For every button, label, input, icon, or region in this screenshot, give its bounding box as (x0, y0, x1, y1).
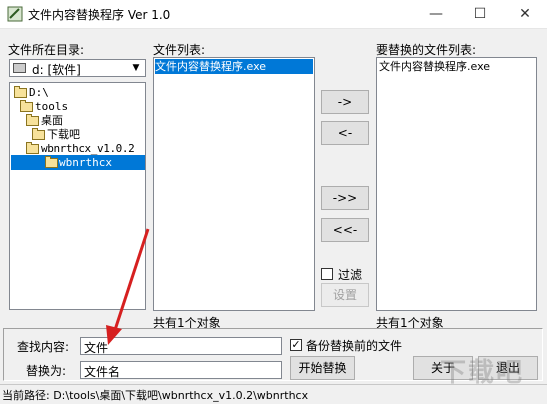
chevron-down-icon[interactable]: ▼ (127, 60, 145, 76)
find-label: 查找内容: (17, 340, 70, 354)
filter-label: 过滤 (338, 268, 363, 282)
backup-checkbox[interactable]: ✓ (290, 339, 302, 351)
target-list-label: 要替换的文件列表: (376, 43, 477, 57)
dir-label: 文件所在目录: (8, 43, 85, 57)
remove-button[interactable]: <- (321, 121, 369, 145)
folder-open-icon (26, 142, 39, 154)
minimize-button[interactable]: — (414, 0, 458, 28)
watermark-logo: 下载吧 (440, 358, 525, 388)
replace-label: 替换为: (26, 364, 67, 378)
window-title: 文件内容替换程序 Ver 1.0 (28, 8, 171, 22)
folder-open-icon (26, 114, 39, 126)
target-file-list[interactable]: 文件内容替换程序.exe (376, 57, 537, 311)
drive-icon (13, 63, 26, 73)
folder-open-icon (32, 128, 45, 140)
drive-value: d: [软件] (32, 63, 81, 77)
backup-label: 备份替换前的文件 (306, 339, 403, 353)
replace-input[interactable]: 文件名 (80, 361, 282, 379)
drive-select[interactable]: d: [软件] ▼ (9, 59, 146, 77)
remove-all-button[interactable]: <<- (321, 218, 369, 242)
maximize-button[interactable]: ☐ (458, 0, 502, 28)
add-all-button[interactable]: ->> (321, 186, 369, 210)
current-path: 当前路径: D:\tools\桌面\下载吧\wbnrthcx_v1.0.2\wb… (2, 389, 309, 402)
replace-input-value: 文件名 (84, 365, 121, 379)
title-bar: 文件内容替换程序 Ver 1.0 — ☐ ✕ (0, 0, 547, 29)
add-button[interactable]: -> (321, 90, 369, 114)
folder-open-icon (20, 100, 33, 112)
settings-button[interactable]: 设置 (321, 283, 369, 307)
app-icon (7, 6, 23, 22)
filter-checkbox[interactable] (321, 268, 333, 280)
list-item[interactable]: 文件内容替换程序.exe (155, 59, 313, 74)
folder-open-icon (45, 156, 58, 168)
close-button[interactable]: ✕ (503, 0, 547, 28)
file-list-label: 文件列表: (153, 43, 206, 57)
folder-open-icon (14, 86, 27, 98)
list-item[interactable]: 文件内容替换程序.exe (379, 59, 490, 74)
annotation-arrow (106, 228, 150, 345)
start-replace-button[interactable]: 开始替换 (290, 356, 355, 380)
tree-item-selected[interactable]: wbnrthcx (11, 155, 145, 170)
file-list[interactable]: 文件内容替换程序.exe (153, 57, 315, 311)
